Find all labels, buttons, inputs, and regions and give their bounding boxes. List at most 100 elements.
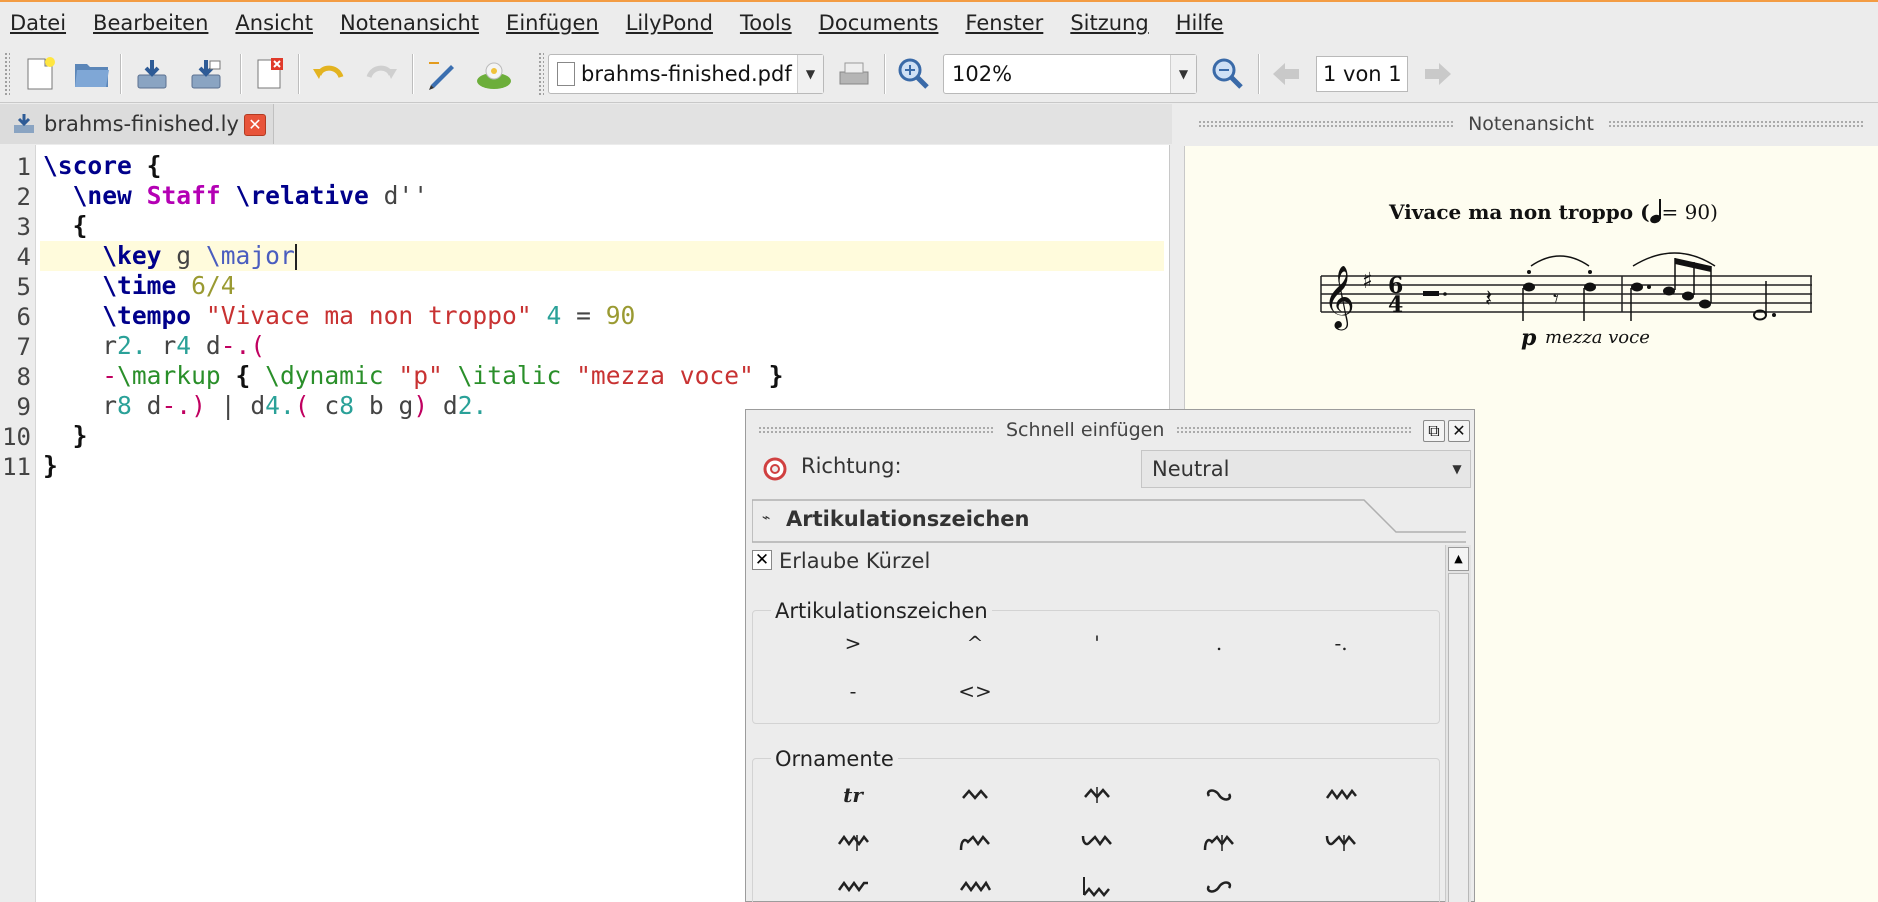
tenuto-button[interactable]: - xyxy=(823,673,883,709)
next-page-icon[interactable] xyxy=(1416,52,1460,96)
page-number-field[interactable]: 1 von 1 xyxy=(1316,56,1408,92)
titlebar-grip xyxy=(1198,120,1455,128)
document-combo[interactable]: brahms-finished.pdf ▼ xyxy=(548,54,824,94)
help-icon[interactable] xyxy=(763,457,787,481)
tab-brahms-finished[interactable]: brahms-finished.ly ✕ xyxy=(0,104,274,144)
titlebar-grip xyxy=(1176,426,1413,434)
panel-scrollbar[interactable]: ▲ xyxy=(1445,545,1471,902)
zoom-out-icon[interactable] xyxy=(1206,52,1250,96)
line-number: 8 xyxy=(16,363,31,391)
reverseturn-icon[interactable] xyxy=(1189,869,1249,902)
line-number: 11 xyxy=(2,453,31,481)
staccato-button[interactable]: . xyxy=(1189,625,1249,661)
staccatissimo-button[interactable]: ' xyxy=(1067,625,1127,661)
save-as-icon[interactable] xyxy=(184,52,228,96)
menu-hilfe[interactable]: Hilfe xyxy=(1176,11,1224,35)
menu-einfuegen[interactable]: Einfügen xyxy=(506,11,599,35)
line-number: 7 xyxy=(16,333,31,361)
menu-ansicht[interactable]: Ansicht xyxy=(235,11,313,35)
trill-button[interactable]: tr xyxy=(823,777,883,813)
svg-text:♯: ♯ xyxy=(1362,269,1373,294)
mordent-icon[interactable] xyxy=(1067,777,1127,813)
portato-button[interactable]: -. xyxy=(1311,625,1371,661)
downmordent-icon[interactable] xyxy=(1311,825,1371,861)
line-number: 9 xyxy=(16,393,31,421)
redo-icon[interactable] xyxy=(360,52,404,96)
token: \score xyxy=(43,151,132,180)
code-line: \time 6/4 xyxy=(102,271,236,300)
new-document-icon[interactable] xyxy=(18,52,62,96)
menu-fenster[interactable]: Fenster xyxy=(965,11,1043,35)
chevron-down-icon[interactable]: ▼ xyxy=(1444,451,1470,487)
upmordent-icon[interactable] xyxy=(1189,825,1249,861)
tempo-value: = 90) xyxy=(1661,200,1718,224)
prallup-icon[interactable] xyxy=(823,869,883,902)
open-folder-icon[interactable] xyxy=(70,52,114,96)
menu-lilypond[interactable]: LilyPond xyxy=(626,11,713,35)
zoom-value: 102% xyxy=(952,62,1013,86)
marcato-button[interactable]: ^ xyxy=(945,625,1005,661)
ornaments-group-title: Ornamente xyxy=(771,747,898,771)
toolbar-grip[interactable] xyxy=(538,52,544,96)
score-staff: 𝄞 ♯ 6 4 𝄽 𝄾 p mezza voce xyxy=(1320,252,1812,351)
toolbar-grip[interactable] xyxy=(4,52,10,96)
undo-icon[interactable] xyxy=(306,52,350,96)
direction-label: Richtung: xyxy=(801,454,902,478)
toolbar-separator xyxy=(884,54,886,94)
save-icon[interactable] xyxy=(130,52,174,96)
menu-datei[interactable]: Datei xyxy=(10,11,66,35)
zoom-combo[interactable]: 102% ▼ xyxy=(943,54,1197,94)
code-line: \key g \major xyxy=(102,241,297,270)
close-document-icon[interactable] xyxy=(248,52,292,96)
line-number: 6 xyxy=(16,303,31,331)
document-combo-label: brahms-finished.pdf xyxy=(581,62,792,86)
menu-bearbeiten[interactable]: Bearbeiten xyxy=(93,11,208,35)
line-number: 2 xyxy=(16,183,31,211)
close-icon[interactable]: ✕ xyxy=(1448,420,1470,442)
print-icon[interactable] xyxy=(832,52,876,96)
direction-select[interactable]: Neutral ▼ xyxy=(1141,450,1471,488)
edit-icon[interactable] xyxy=(420,52,464,96)
music-view-titlebar[interactable]: Notenansicht xyxy=(1184,104,1878,144)
editor-tabbar: brahms-finished.ly ✕ xyxy=(0,104,1172,144)
float-panel-icon[interactable]: ⧉ xyxy=(1423,420,1445,442)
titlebar-grip xyxy=(758,426,994,434)
menu-bar: Datei Bearbeiten Ansicht Notenansicht Ei… xyxy=(0,0,1878,44)
articulation-tab-icon: ⌁ xyxy=(762,510,771,526)
allow-shorthand-label: Erlaube Kürzel xyxy=(779,549,931,573)
chevron-down-icon[interactable]: ▼ xyxy=(797,55,823,93)
espressivo-button[interactable]: <> xyxy=(945,673,1005,709)
prall-icon[interactable] xyxy=(945,777,1005,813)
scroll-up-icon[interactable]: ▲ xyxy=(1448,547,1469,571)
menu-tools[interactable]: Tools xyxy=(740,11,792,35)
music-view-title: Notenansicht xyxy=(1468,113,1594,135)
upprall-icon[interactable] xyxy=(945,825,1005,861)
previous-page-icon[interactable] xyxy=(1264,52,1308,96)
lilypond-run-icon[interactable] xyxy=(472,52,516,96)
prallprall-icon[interactable] xyxy=(1311,777,1371,813)
prallmordent-icon[interactable] xyxy=(823,825,883,861)
menu-documents[interactable]: Documents xyxy=(819,11,939,35)
tempo-marking: Vivace ma non troppo (= 90) xyxy=(1389,199,1718,225)
accent-button[interactable]: > xyxy=(823,625,883,661)
svg-text:𝄞: 𝄞 xyxy=(1323,265,1355,331)
menu-sitzung[interactable]: Sitzung xyxy=(1070,11,1148,35)
close-icon[interactable]: ✕ xyxy=(244,114,266,136)
chevron-down-icon[interactable]: ▼ xyxy=(1170,55,1196,93)
quarter-note-icon xyxy=(1648,199,1662,225)
scroll-thumb[interactable] xyxy=(1448,573,1469,902)
document-save-icon xyxy=(14,114,34,133)
lineprall-icon[interactable] xyxy=(1067,869,1127,902)
downprall-icon[interactable] xyxy=(1067,825,1127,861)
turn-icon[interactable] xyxy=(1189,777,1249,813)
zoom-in-icon[interactable] xyxy=(892,52,936,96)
allow-shorthand-checkbox[interactable]: ✕ xyxy=(752,550,772,570)
pdf-document-icon xyxy=(557,62,575,86)
menu-notenansicht[interactable]: Notenansicht xyxy=(340,11,479,35)
pralldown-icon[interactable] xyxy=(945,869,1005,902)
code-line: } xyxy=(72,421,88,450)
articulations-group: Artikulationszeichen > ^ ' . -. - <> xyxy=(752,599,1440,724)
line-number: 4 xyxy=(16,243,31,271)
tab-label: brahms-finished.ly xyxy=(44,112,239,136)
quick-insert-titlebar[interactable]: Schnell einfügen xyxy=(746,410,1474,450)
